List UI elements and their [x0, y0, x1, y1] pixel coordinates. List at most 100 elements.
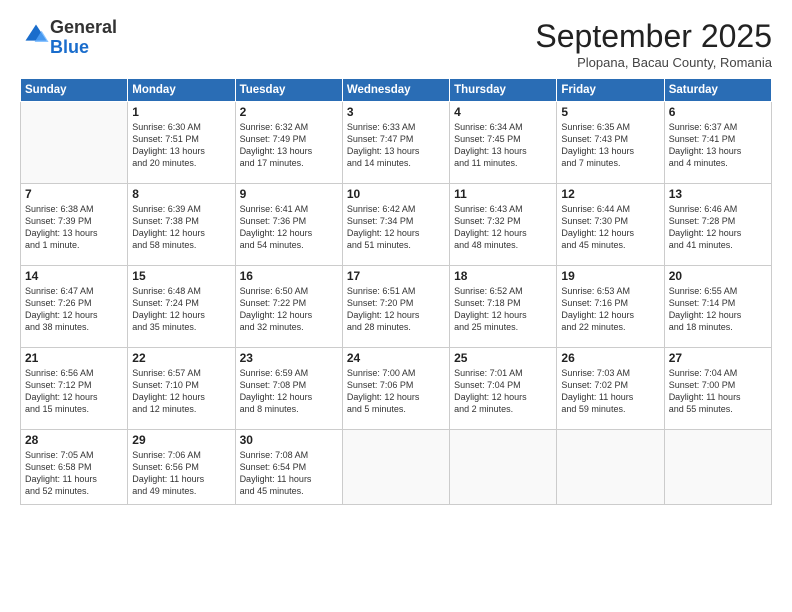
- cell-content: Sunrise: 6:52 AMSunset: 7:18 PMDaylight:…: [454, 285, 552, 334]
- calendar-cell: 30Sunrise: 7:08 AMSunset: 6:54 PMDayligh…: [235, 430, 342, 505]
- calendar-week-row: 28 Sunrise: 7:05 AMSunset: 6:58 PMDayligh…: [21, 430, 772, 505]
- cell-content: Sunrise: 6:39 AMSunset: 7:38 PMDaylight:…: [132, 203, 230, 252]
- calendar-cell: 25Sunrise: 7:01 AMSunset: 7:04 PMDayligh…: [450, 348, 557, 430]
- cell-content: Sunrise: 7:04 AMSunset: 7:00 PMDaylight:…: [669, 367, 767, 416]
- calendar-week-row: 7Sunrise: 6:38 AMSunset: 7:39 PMDaylight…: [21, 184, 772, 266]
- calendar-cell: [450, 430, 557, 505]
- calendar-cell: 10 Sunrise: 6:42 AMSunset: 7:34 PMDayligh…: [342, 184, 449, 266]
- page: General Blue September 2025 Plopana, Bac…: [0, 0, 792, 612]
- day-number: 1: [132, 105, 230, 119]
- day-number: 10: [347, 187, 445, 201]
- cell-content: Sunrise: 6:47 AMSunset: 7:26 PMDaylight:…: [25, 285, 123, 334]
- calendar-cell: [557, 430, 664, 505]
- calendar-cell: 4 Sunrise: 6:34 AMSunset: 7:45 PMDaylight…: [450, 102, 557, 184]
- cell-content: Sunrise: 6:55 AMSunset: 7:14 PMDaylight:…: [669, 285, 767, 334]
- calendar-cell: 21 Sunrise: 6:56 AMSunset: 7:12 PMDayligh…: [21, 348, 128, 430]
- calendar-cell: 5 Sunrise: 6:35 AMSunset: 7:43 PMDaylight…: [557, 102, 664, 184]
- cell-content: Sunrise: 6:42 AMSunset: 7:34 PMDaylight:…: [347, 203, 445, 252]
- day-number: 23: [240, 351, 338, 365]
- day-number: 30: [240, 433, 338, 447]
- calendar-day-header: Tuesday: [235, 79, 342, 102]
- calendar-cell: 29 Sunrise: 7:06 AMSunset: 6:56 PMDayligh…: [128, 430, 235, 505]
- calendar-cell: 7Sunrise: 6:38 AMSunset: 7:39 PMDaylight…: [21, 184, 128, 266]
- day-number: 6: [669, 105, 767, 119]
- cell-content: Sunrise: 7:00 AMSunset: 7:06 PMDaylight:…: [347, 367, 445, 416]
- month-title: September 2025: [535, 18, 772, 55]
- calendar-day-header: Wednesday: [342, 79, 449, 102]
- day-number: 25: [454, 351, 552, 365]
- calendar-week-row: 21 Sunrise: 6:56 AMSunset: 7:12 PMDayligh…: [21, 348, 772, 430]
- calendar-cell: 18 Sunrise: 6:52 AMSunset: 7:18 PMDayligh…: [450, 266, 557, 348]
- cell-content: Sunrise: 6:48 AMSunset: 7:24 PMDaylight:…: [132, 285, 230, 334]
- day-number: 8: [132, 187, 230, 201]
- calendar-cell: 16Sunrise: 6:50 AMSunset: 7:22 PMDayligh…: [235, 266, 342, 348]
- cell-content: Sunrise: 6:57 AMSunset: 7:10 PMDaylight:…: [132, 367, 230, 416]
- cell-content: Sunrise: 7:05 AMSunset: 6:58 PMDaylight:…: [25, 449, 123, 498]
- calendar-cell: [342, 430, 449, 505]
- title-block: September 2025 Plopana, Bacau County, Ro…: [535, 18, 772, 70]
- logo-icon: [22, 21, 50, 49]
- calendar-cell: 23 Sunrise: 6:59 AMSunset: 7:08 PMDayligh…: [235, 348, 342, 430]
- cell-content: Sunrise: 6:33 AMSunset: 7:47 PMDaylight:…: [347, 121, 445, 170]
- calendar-cell: 28 Sunrise: 7:05 AMSunset: 6:58 PMDayligh…: [21, 430, 128, 505]
- day-number: 28: [25, 433, 123, 447]
- calendar-cell: 14 Sunrise: 6:47 AMSunset: 7:26 PMDayligh…: [21, 266, 128, 348]
- day-number: 4: [454, 105, 552, 119]
- calendar-day-header: Friday: [557, 79, 664, 102]
- day-number: 17: [347, 269, 445, 283]
- calendar-cell: 13Sunrise: 6:46 AMSunset: 7:28 PMDayligh…: [664, 184, 771, 266]
- day-number: 14: [25, 269, 123, 283]
- cell-content: Sunrise: 6:35 AMSunset: 7:43 PMDaylight:…: [561, 121, 659, 170]
- calendar-cell: 24Sunrise: 7:00 AMSunset: 7:06 PMDayligh…: [342, 348, 449, 430]
- cell-content: Sunrise: 6:32 AMSunset: 7:49 PMDaylight:…: [240, 121, 338, 170]
- calendar-cell: 12 Sunrise: 6:44 AMSunset: 7:30 PMDayligh…: [557, 184, 664, 266]
- logo: General Blue: [20, 18, 117, 58]
- day-number: 5: [561, 105, 659, 119]
- calendar-cell: 19Sunrise: 6:53 AMSunset: 7:16 PMDayligh…: [557, 266, 664, 348]
- calendar-day-header: Sunday: [21, 79, 128, 102]
- cell-content: Sunrise: 6:41 AMSunset: 7:36 PMDaylight:…: [240, 203, 338, 252]
- logo-blue: Blue: [50, 37, 89, 57]
- cell-content: Sunrise: 7:06 AMSunset: 6:56 PMDaylight:…: [132, 449, 230, 498]
- cell-content: Sunrise: 6:37 AMSunset: 7:41 PMDaylight:…: [669, 121, 767, 170]
- calendar-cell: 1 Sunrise: 6:30 AMSunset: 7:51 PMDaylight…: [128, 102, 235, 184]
- day-number: 22: [132, 351, 230, 365]
- day-number: 21: [25, 351, 123, 365]
- calendar-cell: 22 Sunrise: 6:57 AMSunset: 7:10 PMDayligh…: [128, 348, 235, 430]
- cell-content: Sunrise: 6:51 AMSunset: 7:20 PMDaylight:…: [347, 285, 445, 334]
- cell-content: Sunrise: 6:44 AMSunset: 7:30 PMDaylight:…: [561, 203, 659, 252]
- calendar-week-row: 14 Sunrise: 6:47 AMSunset: 7:26 PMDayligh…: [21, 266, 772, 348]
- calendar-day-header: Monday: [128, 79, 235, 102]
- day-number: 20: [669, 269, 767, 283]
- day-number: 9: [240, 187, 338, 201]
- calendar-day-header: Saturday: [664, 79, 771, 102]
- calendar-header-row: SundayMondayTuesdayWednesdayThursdayFrid…: [21, 79, 772, 102]
- calendar-cell: 3Sunrise: 6:33 AMSunset: 7:47 PMDaylight…: [342, 102, 449, 184]
- calendar-cell: 27Sunrise: 7:04 AMSunset: 7:00 PMDayligh…: [664, 348, 771, 430]
- day-number: 18: [454, 269, 552, 283]
- calendar-table: SundayMondayTuesdayWednesdayThursdayFrid…: [20, 78, 772, 505]
- cell-content: Sunrise: 6:43 AMSunset: 7:32 PMDaylight:…: [454, 203, 552, 252]
- day-number: 13: [669, 187, 767, 201]
- calendar-cell: 9 Sunrise: 6:41 AMSunset: 7:36 PMDaylight…: [235, 184, 342, 266]
- calendar-cell: 6 Sunrise: 6:37 AMSunset: 7:41 PMDaylight…: [664, 102, 771, 184]
- calendar-cell: 26Sunrise: 7:03 AMSunset: 7:02 PMDayligh…: [557, 348, 664, 430]
- day-number: 12: [561, 187, 659, 201]
- cell-content: Sunrise: 6:38 AMSunset: 7:39 PMDaylight:…: [25, 203, 123, 252]
- cell-content: Sunrise: 6:56 AMSunset: 7:12 PMDaylight:…: [25, 367, 123, 416]
- cell-content: Sunrise: 6:59 AMSunset: 7:08 PMDaylight:…: [240, 367, 338, 416]
- day-number: 11: [454, 187, 552, 201]
- calendar-cell: 15 Sunrise: 6:48 AMSunset: 7:24 PMDayligh…: [128, 266, 235, 348]
- day-number: 16: [240, 269, 338, 283]
- calendar-cell: 2Sunrise: 6:32 AMSunset: 7:49 PMDaylight…: [235, 102, 342, 184]
- cell-content: Sunrise: 7:03 AMSunset: 7:02 PMDaylight:…: [561, 367, 659, 416]
- calendar-cell: 11 Sunrise: 6:43 AMSunset: 7:32 PMDayligh…: [450, 184, 557, 266]
- cell-content: Sunrise: 6:34 AMSunset: 7:45 PMDaylight:…: [454, 121, 552, 170]
- day-number: 19: [561, 269, 659, 283]
- cell-content: Sunrise: 6:30 AMSunset: 7:51 PMDaylight:…: [132, 121, 230, 170]
- calendar-cell: 20 Sunrise: 6:55 AMSunset: 7:14 PMDayligh…: [664, 266, 771, 348]
- calendar-cell: [21, 102, 128, 184]
- day-number: 29: [132, 433, 230, 447]
- day-number: 15: [132, 269, 230, 283]
- calendar-day-header: Thursday: [450, 79, 557, 102]
